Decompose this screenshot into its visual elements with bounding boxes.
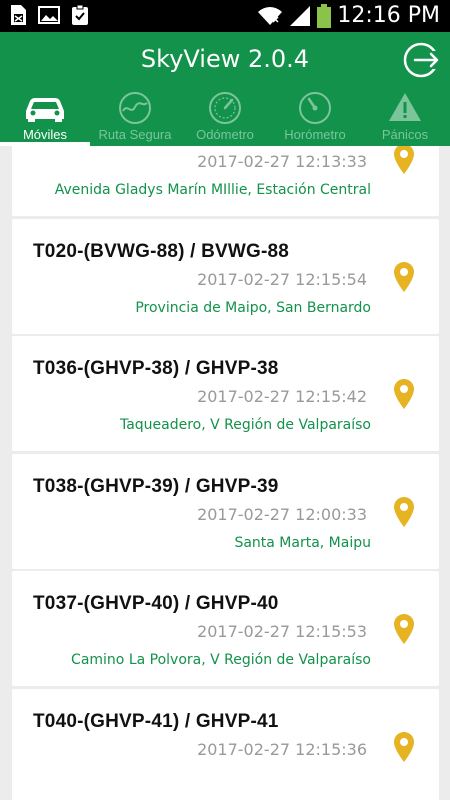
car-icon	[26, 98, 64, 122]
tab-moviles[interactable]: Móviles	[0, 88, 90, 146]
vehicle-name: T036-(GHVP-38) / GHVP-38	[33, 358, 279, 379]
gauge-icon	[299, 92, 331, 124]
vehicle-address: Avenida Gladys Marín MIllie, Estación Ce…	[54, 182, 371, 198]
vehicle-name: T040-(GHVP-41) / GHVP-41	[33, 711, 279, 732]
tab-odometro[interactable]: Odómetro	[180, 88, 270, 146]
wifi-icon	[258, 6, 283, 25]
vehicle-name: T020-(BVWG-88) / BVWG-88	[33, 241, 290, 262]
battery-icon	[317, 3, 332, 28]
tab-ruta-segura[interactable]: Ruta Segura	[90, 88, 180, 146]
status-time: 12:16 PM	[337, 3, 440, 28]
app-bar: SkyView 2.0.4	[0, 32, 450, 88]
tab-label: Ruta Segura	[98, 127, 172, 142]
vehicle-name: T037-(GHVP-40) / GHVP-40	[33, 593, 279, 614]
image-icon	[38, 6, 60, 24]
clipboard-check-icon	[72, 4, 88, 25]
tab-bar: Móviles Ruta Segura Odómetro Horómetro P…	[0, 88, 450, 146]
vehicle-timestamp: 2017-02-27 12:15:42	[197, 387, 367, 406]
location-pin-icon[interactable]	[393, 261, 415, 293]
tab-horometro[interactable]: Horómetro	[270, 88, 360, 146]
location-pin-icon[interactable]	[393, 496, 415, 528]
vehicle-timestamp: 2017-02-27 12:00:33	[197, 505, 367, 524]
location-pin-icon[interactable]	[393, 613, 415, 645]
vehicle-address: Provincia de Maipo, San Bernardo	[135, 300, 371, 316]
route-icon	[119, 92, 151, 124]
notification-icons	[8, 4, 90, 26]
tab-panicos[interactable]: Pánicos	[360, 88, 450, 146]
location-pin-icon[interactable]	[393, 146, 415, 175]
vehicle-address: Taqueadero, V Región de Valparaíso	[119, 417, 371, 433]
vehicle-name: T038-(GHVP-39) / GHVP-39	[33, 476, 279, 497]
tab-label: Pánicos	[381, 127, 429, 142]
vehicle-timestamp: 2017-02-27 12:15:53	[197, 622, 367, 641]
tab-label: Horómetro	[284, 127, 346, 142]
vehicle-card[interactable]: T038-(GHVP-39) / GHVP-39 2017-02-27 12:0…	[12, 454, 439, 569]
status-bar: 12:16 PM	[0, 0, 450, 32]
vehicle-address: Santa Marta, Maipu	[234, 535, 371, 551]
logout-icon[interactable]	[402, 41, 440, 79]
speedometer-icon	[209, 92, 241, 124]
app-title: SkyView 2.0.4	[140, 45, 310, 73]
sim-card-icon	[11, 5, 26, 25]
vehicle-timestamp: 2017-02-27 12:13:33	[197, 152, 367, 171]
tab-label: Odómetro	[196, 127, 254, 142]
vehicle-card[interactable]: T020-(BVWG-88) / BVWG-88 2017-02-27 12:1…	[12, 219, 439, 334]
vehicle-card[interactable]: T040-(GHVP-41) / GHVP-41 2017-02-27 12:1…	[12, 689, 439, 800]
location-pin-icon[interactable]	[393, 378, 415, 410]
location-pin-icon[interactable]	[393, 731, 415, 763]
tab-label: Móviles	[22, 127, 68, 142]
warning-icon	[389, 93, 421, 121]
vehicle-card[interactable]: T036-(GHVP-38) / GHVP-38 2017-02-27 12:1…	[12, 336, 439, 451]
vehicle-list[interactable]: 2017-02-27 12:13:33 Avenida Gladys Marín…	[12, 146, 439, 800]
vehicle-card[interactable]: T037-(GHVP-40) / GHVP-40 2017-02-27 12:1…	[12, 571, 439, 686]
vehicle-address: Camino La Polvora, V Región de Valparaís…	[71, 652, 371, 668]
vehicle-timestamp: 2017-02-27 12:15:36	[197, 740, 367, 759]
vehicle-card[interactable]: 2017-02-27 12:13:33 Avenida Gladys Marín…	[12, 146, 439, 216]
vehicle-timestamp: 2017-02-27 12:15:54	[197, 270, 367, 289]
signal-icon	[290, 5, 311, 26]
